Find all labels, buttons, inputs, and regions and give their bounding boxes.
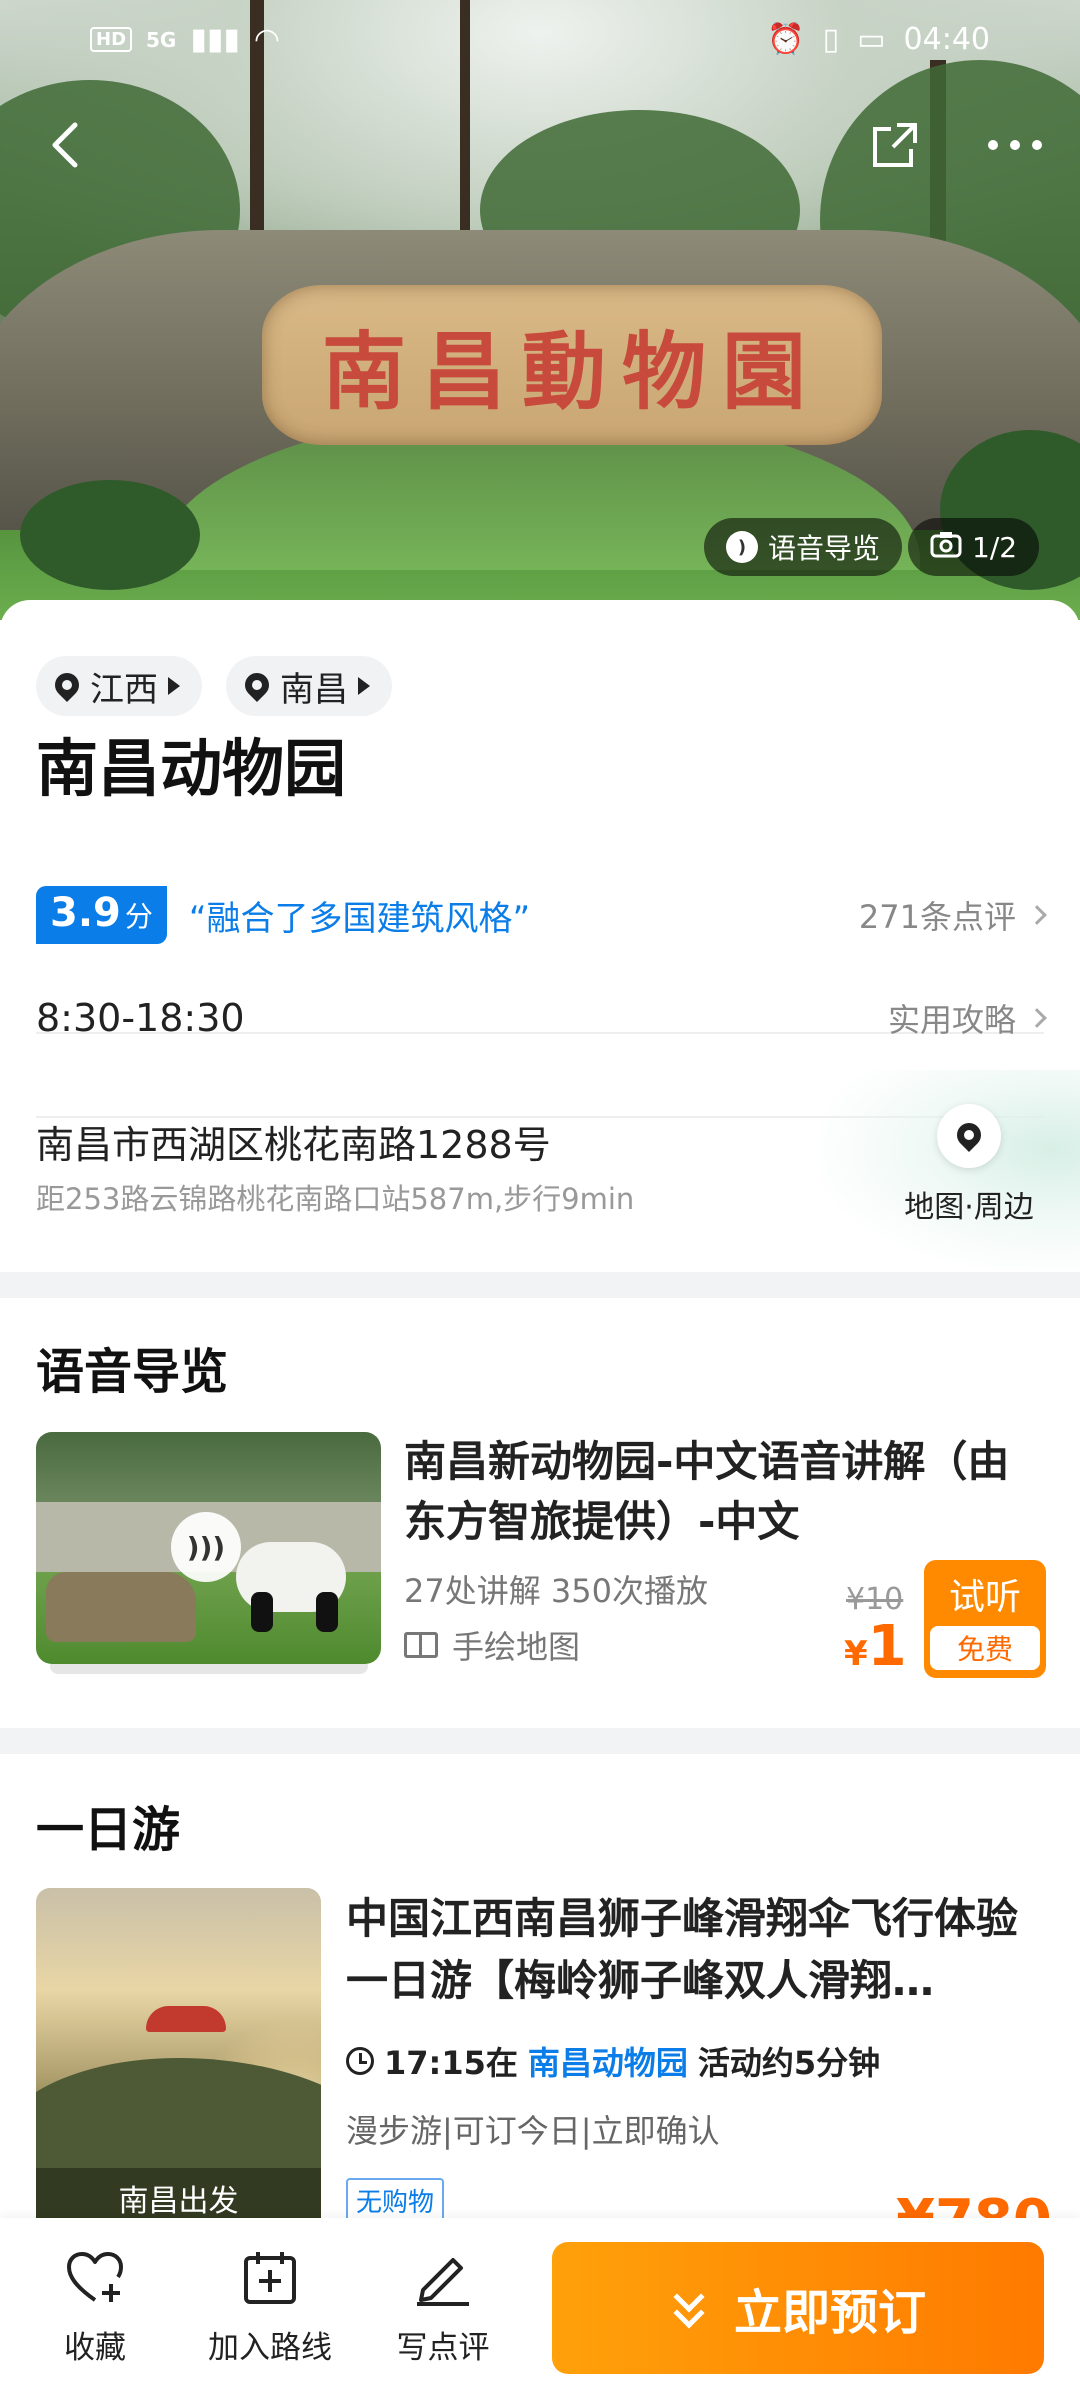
try-listen-button[interactable]: 试听 免费	[924, 1560, 1046, 1678]
trip-tags: 漫步游|可订今日|立即确认	[346, 2112, 720, 2150]
review-quote: “融合了多国建筑风格”	[188, 898, 531, 939]
photo-counter: 1/2	[972, 530, 1018, 564]
try-listen-label: 试听	[948, 1577, 1021, 1618]
location-tag-label: 江西	[90, 669, 158, 710]
book-now-button[interactable]: 立即预订	[552, 2242, 1044, 2374]
write-review-button[interactable]: 写点评	[368, 2250, 518, 2367]
hand-drawn-map-label: 手绘地图	[452, 1628, 581, 1666]
bush	[20, 480, 200, 590]
wifi-icon: ◠	[253, 22, 281, 57]
day-trip-title: 中国江西南昌狮子峰滑翔伞飞行体验一日游【梅岭狮子峰双人滑翔…	[346, 1894, 1019, 2005]
audio-guide-pill-label: 语音导览	[768, 532, 881, 565]
map-nearby-label: 地图·周边	[904, 1190, 1034, 1225]
current-price: ¥ 1	[844, 1614, 907, 1679]
trip-time-suffix: 活动约5分钟	[697, 2044, 881, 2082]
image-panda-leg	[251, 1592, 273, 1632]
audio-guide-image[interactable]: )))	[36, 1432, 381, 1664]
reviews-link[interactable]: 271条点评	[858, 892, 1047, 938]
more-icon[interactable]	[980, 110, 1050, 180]
audio-icon: )	[726, 531, 758, 563]
trip-time-row: 17:15在 南昌动物园 活动约5分钟	[346, 2038, 880, 2084]
vibrate-icon: ▯	[822, 22, 840, 57]
hd-badge: HD	[90, 27, 133, 52]
image-panda-leg	[316, 1592, 338, 1632]
location-pin-icon	[54, 673, 80, 699]
location-tag-label: 南昌	[280, 669, 348, 710]
audio-guide-title: 南昌新动物园-中文语音讲解（由东方智旅提供）-中文	[404, 1437, 1010, 1546]
location-tag-city[interactable]: 南昌	[226, 656, 392, 716]
audio-section-title: 语音导览	[36, 1344, 229, 1400]
favorite-label: 收藏	[64, 2330, 126, 2366]
status-time: 04:40	[903, 22, 990, 57]
address-row[interactable]: 南昌市西湖区桃花南路1288号 距253路云锦路桃花南路口站587m,步行9mi…	[0, 1070, 1080, 1270]
zoo-sign-text: 南昌動物園	[321, 321, 822, 421]
address-distance: 距253路云锦路桃花南路口站587m,步行9min	[36, 1182, 635, 1216]
hand-drawn-map: 手绘地图	[404, 1622, 580, 1668]
audio-play-icon[interactable]: )))	[171, 1512, 241, 1582]
section-gap	[0, 1728, 1080, 1754]
original-price: ¥10	[846, 1582, 904, 1617]
location-tags: 江西 南昌	[36, 656, 392, 716]
zoo-sign: 南昌動物園	[262, 285, 882, 445]
day-trip-image[interactable]: 南昌出发	[36, 1888, 321, 2228]
chevron-right-icon	[1027, 905, 1047, 925]
map-pin-icon	[937, 1104, 1001, 1168]
signal-icon: ▮▮▮	[190, 22, 240, 57]
section-gap	[0, 1272, 1080, 1298]
network-label: 5G	[146, 27, 177, 52]
camera-icon	[930, 530, 962, 565]
price-value: 1	[867, 1614, 907, 1679]
trip-time-prefix: 17:15在	[384, 2044, 518, 2082]
heart-plus-icon	[65, 2250, 125, 2306]
address-text: 南昌市西湖区桃花南路1288号	[36, 1123, 551, 1167]
bottom-action-bar: 收藏 加入路线 写点评 立即预订	[0, 2218, 1080, 2400]
audio-guide-pill[interactable]: ) 语音导览	[704, 518, 903, 576]
caret-right-icon	[168, 677, 180, 695]
book-now-label: 立即预订	[733, 2285, 926, 2341]
status-bar: HD 5G ▮▮▮ ◠ ⏰ ▯ ▭ 04:40	[0, 0, 1080, 80]
day-trip-card[interactable]: 南昌出发 中国江西南昌狮子峰滑翔伞飞行体验一日游【梅岭狮子峰双人滑翔… 17:1…	[36, 1888, 1052, 2253]
location-pin-icon	[244, 673, 270, 699]
calendar-plus-icon	[242, 2250, 298, 2306]
card-stack-shadow	[50, 1664, 368, 1674]
hours-row: 8:30-18:30 实用攻略	[36, 968, 1047, 1068]
double-chevron-down-icon	[670, 2281, 710, 2332]
image-rock	[46, 1572, 196, 1642]
alarm-icon: ⏰	[767, 22, 805, 57]
score-value: 3.9	[50, 890, 121, 936]
add-route-label: 加入路线	[208, 2330, 332, 2366]
image-paraglider	[146, 2006, 226, 2032]
write-review-label: 写点评	[396, 2330, 490, 2366]
location-tag-province[interactable]: 江西	[36, 656, 202, 716]
favorite-button[interactable]: 收藏	[20, 2250, 170, 2367]
reviews-count: 271条点评	[858, 898, 1016, 936]
add-route-button[interactable]: 加入路线	[195, 2250, 345, 2367]
clock-icon	[346, 2047, 374, 2075]
opening-hours: 8:30-18:30	[36, 996, 245, 1040]
currency-symbol: ¥	[844, 1634, 868, 1674]
poi-info-card: 江西 南昌 南昌动物园 3.9 分 “融合了多国建筑风格” 271条点评 8:3…	[0, 600, 1080, 1272]
chevron-right-icon	[1027, 1008, 1047, 1028]
guide-link-label: 实用攻略	[887, 1001, 1016, 1039]
free-label: 免费	[930, 1626, 1040, 1670]
hero-image[interactable]: 南昌動物園 HD 5G ▮▮▮ ◠ ⏰ ▯ ▭ 04:40 ) 语音导览 1/2	[0, 0, 1080, 620]
rating-row[interactable]: 3.9 分 “融合了多国建筑风格” 271条点评	[36, 870, 1047, 960]
trip-time-place: 南昌动物园	[527, 2044, 688, 2082]
share-icon[interactable]	[860, 110, 930, 180]
audio-guide-meta: 27处讲解 350次播放	[404, 1572, 708, 1610]
back-icon[interactable]	[30, 110, 100, 180]
caret-right-icon	[358, 677, 370, 695]
map-book-icon	[404, 1632, 438, 1658]
photo-counter-pill[interactable]: 1/2	[908, 518, 1040, 576]
score-unit: 分	[124, 900, 153, 933]
no-shopping-badge: 无购物	[346, 2178, 445, 2223]
map-nearby-button[interactable]: 地图·周边	[894, 1104, 1044, 1226]
trip-section-title: 一日游	[36, 1802, 181, 1858]
audio-guide-card[interactable]: ))) 南昌新动物园-中文语音讲解（由东方智旅提供）-中文 27处讲解 350次…	[36, 1432, 1046, 1679]
pen-icon	[413, 2250, 473, 2306]
guide-link[interactable]: 实用攻略	[887, 995, 1047, 1041]
score-badge: 3.9 分	[36, 886, 167, 944]
battery-icon: ▭	[857, 22, 886, 57]
page-title: 南昌动物园	[36, 732, 347, 805]
